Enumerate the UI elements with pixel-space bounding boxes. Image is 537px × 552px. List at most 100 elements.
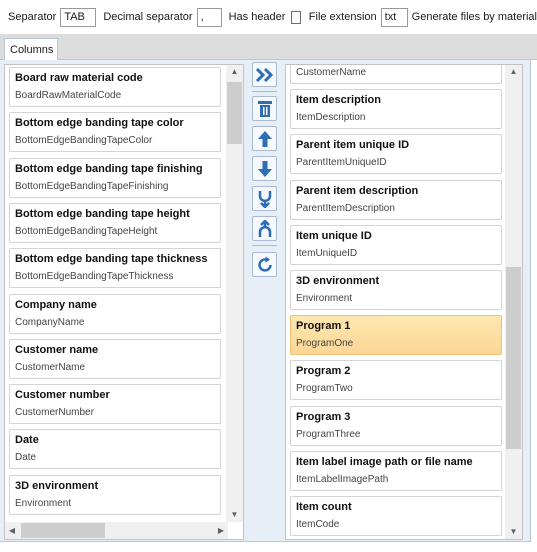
column-title: Program 1 [296,320,351,333]
scroll-down-arrow-icon[interactable]: ▼ [505,525,522,539]
selected-columns-list: CustomerName Item description ItemDescript… [286,65,505,539]
scroll-up-arrow-icon[interactable]: ▲ [505,65,522,79]
column-key: BoardRawMaterialCode [15,90,122,101]
column-title: Item count [296,501,352,513]
button-divider [252,91,277,92]
column-title: Program 3 [296,410,351,423]
column-title: Item unique ID [296,229,372,242]
decimal-separator-input[interactable] [196,7,222,27]
column-key: ProgramTwo [296,383,353,395]
column-item[interactable]: Program 3 ProgramThree [290,405,502,446]
scroll-left-arrow-icon[interactable]: ◀ [5,522,19,539]
hscroll-thumb[interactable] [21,523,105,538]
column-title: Company name [15,298,97,311]
scroll-down-arrow-icon[interactable]: ▼ [226,508,243,522]
separator-input[interactable] [60,7,97,27]
column-key: CompanyName [15,316,85,328]
column-key: ParentItemDescription [296,202,395,214]
refresh-button[interactable] [252,252,277,277]
column-item[interactable]: 3D environment Environment [9,474,221,515]
options-toolbar: Separator Decimal separator Has header F… [0,0,537,34]
delete-button[interactable] [252,96,277,121]
add-selected-button[interactable] [252,62,277,87]
split-button[interactable] [252,216,277,241]
scroll-right-arrow-icon[interactable]: ▶ [214,522,228,539]
column-key: BottomEdgeBandingTapeFinishing [15,180,169,192]
file-extension-input[interactable] [380,7,408,27]
column-key: ProgramThree [296,428,361,440]
column-item[interactable]: Board raw material code BoardRawMaterialC… [9,67,221,107]
available-columns-list: Board raw material code BoardRawMaterialC… [5,65,226,539]
column-item[interactable]: Item label image path or file name ItemLa… [290,450,502,491]
column-key: ItemCode [296,519,340,530]
file-extension-label: File extension [308,11,377,23]
column-title: Parent item description [296,184,419,197]
column-key: ProgramOne [296,338,354,350]
column-item[interactable]: Item count ItemCode [290,496,502,536]
column-item[interactable]: Program 2 ProgramTwo [290,360,502,401]
arrow-up-icon [257,130,272,147]
column-key: ItemLabelImagePath [296,473,389,485]
column-title: Bottom edge banding tape thickness [15,253,208,266]
column-title: Bottom edge banding tape color [15,117,184,130]
column-key: ItemUniqueID [296,247,358,259]
column-item[interactable]: Company name CompanyName [9,293,221,334]
selected-columns-panel: CustomerName Item description ItemDescript… [285,64,523,540]
trash-icon [257,100,272,117]
column-item[interactable]: Bottom edge banding tape color BottomEdge… [9,112,221,153]
column-item[interactable]: Bottom edge banding tape height BottomEdg… [9,202,221,243]
column-title: Date [15,434,39,447]
column-title: Board raw material code [15,72,143,84]
column-item[interactable]: Program 1 ProgramOne [290,315,502,356]
column-item[interactable]: Bottom edge banding tape thickness Bottom… [9,248,221,289]
button-divider [252,245,277,246]
column-title: 3D environment [296,275,380,287]
column-item[interactable]: Customer name CustomerName [9,338,221,379]
column-item[interactable]: Customer number CustomerNumber [9,384,221,425]
column-title: Item description [296,94,381,107]
column-title: Customer number [15,389,110,402]
column-key: BottomEdgeBandingTapeHeight [15,225,158,237]
selected-columns-vscroll[interactable]: ▲ ▼ [505,65,522,539]
column-item[interactable]: Parent item description ParentItemDescrip… [290,179,502,220]
decimal-separator-label: Decimal separator [103,11,193,23]
column-title: Item label image path or file name [296,455,473,468]
available-columns-vscroll[interactable]: ▲ ▼ [226,65,243,522]
column-key: Environment [15,497,72,509]
tab-strip: Columns [0,34,537,61]
column-key: CustomerName [296,67,367,78]
column-item[interactable]: Date Date [9,429,221,470]
arrow-down-icon [257,160,272,177]
column-title: Bottom edge banding tape finishing [15,162,203,175]
scroll-up-arrow-icon[interactable]: ▲ [226,65,243,79]
move-down-button[interactable] [252,156,277,181]
column-key: CustomerNumber [15,407,94,419]
column-title: Program 2 [296,365,351,378]
column-item[interactable]: CustomerName [290,65,502,84]
vscroll-thumb[interactable] [227,82,242,144]
refresh-icon [257,256,272,272]
merge-button[interactable] [252,186,277,211]
column-key: CustomerName [15,361,86,373]
column-item[interactable]: Item description ItemDescription [290,89,502,130]
vscroll-thumb[interactable] [506,267,521,449]
column-title: Bottom edge banding tape height [15,207,190,220]
columns-tab-content: Board raw material code BoardRawMaterialC… [0,60,531,542]
column-title: Parent item unique ID [296,139,410,152]
column-item[interactable]: Bottom edge banding tape finishing Bottom… [9,157,221,198]
tab-columns[interactable]: Columns [4,38,58,61]
has-header-checkbox[interactable] [291,10,301,24]
column-key: Date [15,452,37,464]
column-key: Environment [296,293,353,304]
column-item[interactable]: Parent item unique ID ParentItemUniqueID [290,134,502,175]
split-icon [258,219,271,237]
double-chevron-right-icon [255,67,273,82]
column-key: ParentItemUniqueID [296,157,387,169]
available-columns-hscroll[interactable]: ◀ ▶ [5,522,228,539]
column-item[interactable]: Item unique ID ItemUniqueID [290,224,502,265]
column-item[interactable]: 3D environment Environment [290,270,502,310]
move-up-button[interactable] [252,126,277,151]
available-columns-panel: Board raw material code BoardRawMaterialC… [4,64,244,540]
merge-icon [258,190,271,208]
column-title: Customer name [15,343,99,356]
